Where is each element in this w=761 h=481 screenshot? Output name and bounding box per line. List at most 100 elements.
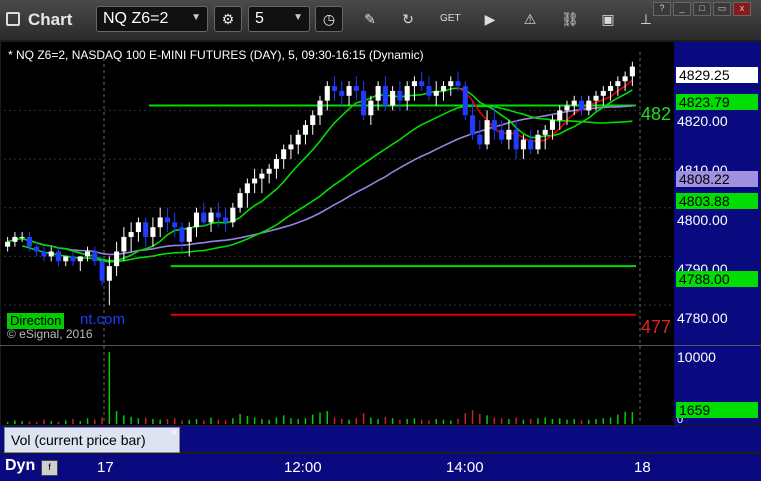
candle-body (499, 129, 505, 140)
candle-body (411, 81, 417, 87)
candle-body (34, 246, 40, 252)
time-tick: 18 (634, 459, 651, 476)
candle-body (77, 256, 83, 262)
candle-body (528, 139, 534, 150)
candle-body (63, 256, 69, 262)
candle-body (208, 212, 214, 223)
level-label: 4788.00 (676, 271, 758, 287)
level-edge-label-green: 482 (641, 104, 672, 124)
candle-body (470, 115, 476, 135)
candle-body (179, 227, 185, 242)
candle-body (237, 193, 243, 208)
candle-body (193, 212, 200, 228)
price-chart (4, 52, 673, 424)
candle-body (223, 217, 229, 223)
candle-body (484, 120, 490, 145)
candle-body (215, 212, 221, 218)
time-tick: 14:00 (446, 459, 484, 476)
candle-body (106, 266, 112, 281)
candle-body (201, 212, 207, 223)
candle-body (324, 86, 330, 101)
candle-body (302, 125, 309, 135)
candle-body (5, 241, 11, 247)
candle-body (477, 134, 483, 145)
candle-body (462, 86, 468, 116)
ma-slow-line (21, 105, 633, 256)
candle-body (615, 81, 621, 87)
volume-label: 1659 (676, 402, 758, 418)
candle-body (520, 139, 526, 150)
dyn-label[interactable]: Dyn (5, 457, 35, 475)
candle-body (121, 236, 127, 252)
price-tick: 4780.00 (677, 310, 728, 326)
candle-body (440, 86, 447, 91)
candle-body (593, 95, 599, 101)
candle-body (150, 227, 156, 237)
candle-body (433, 90, 439, 96)
level-edge-label-red: 477 (641, 317, 672, 337)
chart-description: * NQ Z6=2, NASDAQ 100 E-MINI FUTURES (DA… (8, 48, 424, 62)
candle-body (259, 173, 265, 179)
candle-body (19, 236, 25, 238)
candle-body (295, 134, 301, 145)
candle-body (455, 81, 461, 87)
candle-body (390, 90, 396, 106)
candle-body (26, 236, 32, 247)
last-price-label: 4829.25 (676, 67, 758, 83)
candle-body (629, 66, 635, 77)
candle-body (382, 86, 388, 106)
candle-body (230, 207, 236, 223)
ma-mid-line (21, 105, 633, 263)
watermark-text: nt.com (80, 311, 126, 328)
close-icon[interactable]: × (171, 427, 177, 439)
candle-body (564, 105, 570, 111)
candle-body (172, 222, 178, 228)
candle-body (535, 134, 541, 150)
candle-body (404, 86, 410, 101)
candle-body (48, 251, 54, 257)
candle-body (157, 217, 163, 228)
candle-body (252, 178, 258, 184)
candle-body (397, 90, 403, 101)
volume-study-tab[interactable]: Vol (current price bar) (4, 427, 180, 453)
candle-body (542, 129, 548, 135)
candle-body (339, 90, 345, 96)
candle-body (361, 90, 367, 116)
candle-body (600, 90, 606, 96)
candle-body (114, 251, 120, 267)
price-tick: 4800.00 (677, 212, 728, 228)
candle-body (622, 76, 628, 82)
candle-body (491, 120, 497, 130)
time-tick: 12:00 (284, 459, 322, 476)
candle-body (55, 251, 62, 262)
price-tick: 4820.00 (677, 113, 728, 129)
candle-body (448, 81, 454, 87)
candle-body (143, 222, 149, 237)
ma-slow-label: 4808.22 (676, 171, 758, 187)
candle-body (273, 159, 279, 169)
candle-body (513, 129, 519, 150)
candle-body (99, 261, 105, 281)
candle-body (41, 251, 47, 257)
ma-fast-label: 4823.79 (676, 94, 758, 110)
time-tick: 17 (97, 459, 114, 476)
candle-body (578, 100, 585, 111)
candle-body (368, 100, 374, 116)
candle-body (608, 86, 614, 91)
candle-body (135, 222, 141, 233)
candle-body (281, 149, 287, 160)
candle-body (346, 86, 352, 96)
candle-body (92, 251, 98, 262)
dyn-toggle-icon[interactable]: f (41, 460, 58, 476)
candle-body (288, 144, 294, 150)
candle-body (70, 256, 76, 262)
candle-body (557, 110, 563, 121)
ma-mid-label: 4803.88 (676, 193, 758, 209)
candle-body (426, 86, 432, 96)
copyright-text: © eSignal, 2016 (7, 327, 93, 341)
candle-body (186, 227, 192, 242)
candle-body (549, 120, 556, 130)
candle-body (128, 232, 134, 237)
candle-body (353, 86, 359, 91)
candle-body (571, 100, 577, 106)
